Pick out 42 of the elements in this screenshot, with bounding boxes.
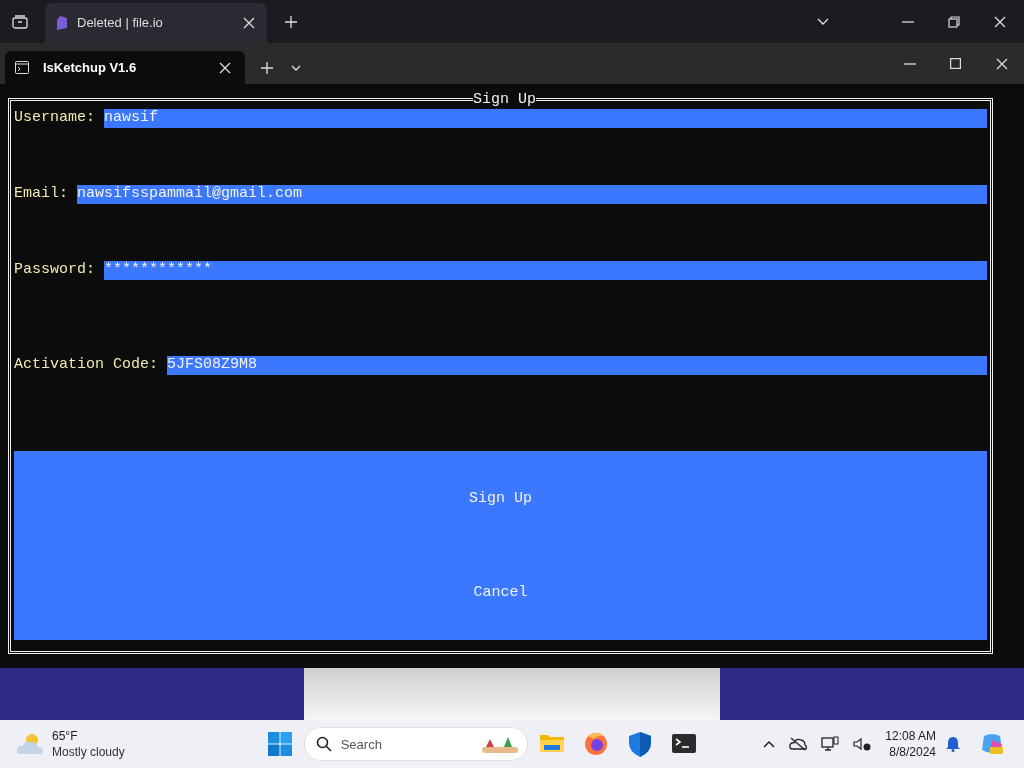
input-field[interactable]: 5JFS08Z9M8 — [167, 356, 987, 375]
chevron-down-icon[interactable] — [817, 17, 829, 26]
weather-temperature: 65°F — [52, 728, 79, 744]
search-field[interactable]: Search — [303, 727, 528, 761]
field-label: Password: — [14, 260, 95, 281]
clock-date[interactable]: 8/8/2024 — [889, 744, 936, 760]
weather-condition: Mostly cloudy — [52, 744, 125, 760]
close-icon[interactable] — [994, 15, 1006, 28]
new-tab-icon[interactable] — [261, 61, 273, 74]
cloud-off-icon[interactable] — [789, 737, 808, 751]
minimize-icon[interactable] — [902, 20, 914, 23]
field-label: Email: — [14, 184, 68, 205]
bell-icon[interactable] — [946, 736, 960, 752]
close-icon[interactable] — [219, 61, 231, 74]
field-label: Activation Code: — [14, 355, 159, 376]
terminal-tab[interactable]: IsKetchup V1.6 — [5, 51, 245, 84]
dialog-button[interactable]: Cancel — [473, 584, 528, 602]
terminal-icon — [15, 61, 29, 74]
field-label: Username: — [14, 108, 95, 129]
tab-tray-icon[interactable] — [12, 14, 28, 29]
dialog-button[interactable]: Sign Up — [469, 490, 532, 508]
restore-icon[interactable] — [948, 15, 960, 28]
maximize-icon[interactable] — [950, 58, 961, 69]
speaker-muted-icon[interactable] — [853, 737, 872, 751]
dialog-title: Sign Up — [473, 91, 536, 109]
chevron-down-icon[interactable] — [291, 63, 301, 72]
input-field[interactable]: ************ — [104, 261, 987, 280]
close-icon[interactable] — [243, 17, 255, 29]
input-field[interactable]: nawsif — [104, 109, 987, 128]
minimize-icon[interactable] — [904, 62, 916, 65]
close-icon[interactable] — [996, 57, 1008, 70]
clock-time[interactable]: 12:08 AM — [885, 728, 936, 744]
chevron-up-icon[interactable] — [763, 740, 776, 748]
browser-tab[interactable]: Deleted | file.io — [45, 3, 267, 43]
new-tab-icon[interactable] — [285, 15, 297, 28]
network-icon[interactable] — [821, 736, 840, 752]
tab-title: Deleted | file.io — [77, 14, 164, 33]
start-icon[interactable] — [267, 732, 292, 756]
tab-title: IsKetchup V1.6 — [43, 58, 138, 77]
input-field[interactable]: nawsifsspammail@gmail.com — [77, 185, 987, 204]
search-icon — [315, 736, 332, 752]
favicon-icon — [57, 16, 67, 30]
